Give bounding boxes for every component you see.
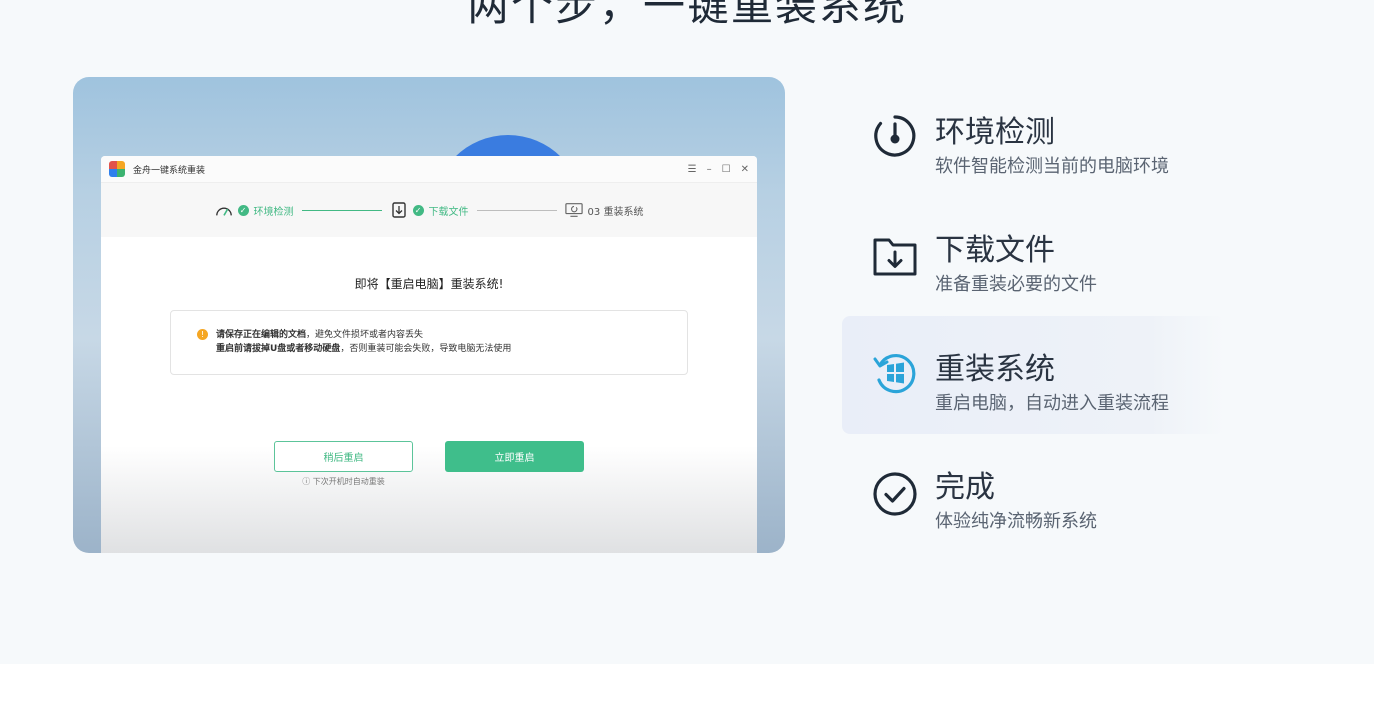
monitor-restart-icon	[564, 203, 583, 217]
feature-desc: 准备重装必要的文件	[935, 274, 1097, 295]
windows-restore-icon	[871, 349, 919, 397]
check-icon: ✓	[237, 204, 249, 216]
restart-notice-title: 即将【重启电脑】重装系统!	[354, 277, 504, 291]
app-logo-icon	[109, 161, 125, 177]
app-window: 金舟一键系统重装 ☰ – ☐ ✕ ✓ 环境检测 ✓ 下载文件 03 重装系统 即…	[101, 156, 757, 553]
feature-title: 下载文件	[935, 233, 1055, 268]
step-label: 环境检测	[253, 206, 294, 218]
feature-section: 两个步，一键重装系统 金舟一键系统重装 ☰ – ☐ ✕ ✓ 环境检测 ✓ 下载文…	[0, 0, 1374, 664]
feature-complete[interactable]: 完成 体验纯净流畅新系统	[842, 434, 1225, 552]
check-circle-icon	[871, 470, 919, 518]
restart-later-button[interactable]: 稍后重启	[274, 441, 413, 472]
feature-desc: 软件智能检测当前的电脑环境	[935, 156, 1169, 177]
auto-reinstall-hint: ⓘ 下次开机时自动重装	[302, 477, 385, 486]
window-titlebar: 金舟一键系统重装 ☰ – ☐ ✕	[101, 156, 757, 183]
step-connector	[301, 209, 382, 211]
folder-download-icon	[871, 232, 919, 280]
step-label: 03 重装系统	[587, 206, 644, 218]
step-download: ✓ 下载文件	[390, 202, 469, 218]
menu-icon[interactable]: ☰	[688, 164, 697, 175]
gauge-icon	[871, 112, 919, 160]
step-connector	[476, 209, 557, 211]
feature-title: 重装系统	[935, 352, 1055, 387]
warning-text: 请保存正在编辑的文档，避免文件损坏或者内容丢失 重启前请拔掉U盘或者移动硬盘，否…	[216, 330, 512, 354]
maximize-icon[interactable]: ☐	[722, 164, 731, 175]
warning-icon: !	[197, 329, 208, 340]
feature-title: 完成	[935, 470, 995, 505]
gauge-icon	[215, 203, 233, 217]
restart-now-button[interactable]: 立即重启	[445, 441, 584, 472]
feature-env-check[interactable]: 环境检测 软件智能检测当前的电脑环境	[842, 79, 1225, 197]
window-controls: ☰ – ☐ ✕	[688, 164, 749, 175]
app-title: 金舟一键系统重装	[133, 165, 206, 176]
step-env-check: ✓ 环境检测	[215, 203, 294, 218]
download-file-icon	[390, 202, 408, 218]
feature-title: 环境检测	[935, 115, 1055, 150]
app-screenshot: 金舟一键系统重装 ☰ – ☐ ✕ ✓ 环境检测 ✓ 下载文件 03 重装系统 即…	[73, 77, 785, 553]
check-icon: ✓	[412, 204, 424, 216]
action-buttons: 稍后重启 立即重启	[101, 441, 757, 472]
step-reinstall: 03 重装系统	[564, 203, 644, 218]
close-icon[interactable]: ✕	[741, 164, 749, 175]
warning-box: ! 请保存正在编辑的文档，避免文件损坏或者内容丢失 重启前请拔掉U盘或者移动硬盘…	[170, 310, 688, 375]
feature-reinstall[interactable]: 重装系统 重启电脑，自动进入重装流程	[842, 316, 1225, 434]
feature-desc: 重启电脑，自动进入重装流程	[935, 393, 1169, 414]
progress-stepper: ✓ 环境检测 ✓ 下载文件 03 重装系统	[101, 183, 757, 237]
page-headline: 两个步，一键重装系统	[466, 0, 907, 30]
step-label: 下载文件	[428, 206, 469, 218]
minimize-icon[interactable]: –	[707, 164, 712, 175]
feature-download[interactable]: 下载文件 准备重装必要的文件	[842, 197, 1225, 315]
feature-desc: 体验纯净流畅新系统	[935, 511, 1097, 532]
